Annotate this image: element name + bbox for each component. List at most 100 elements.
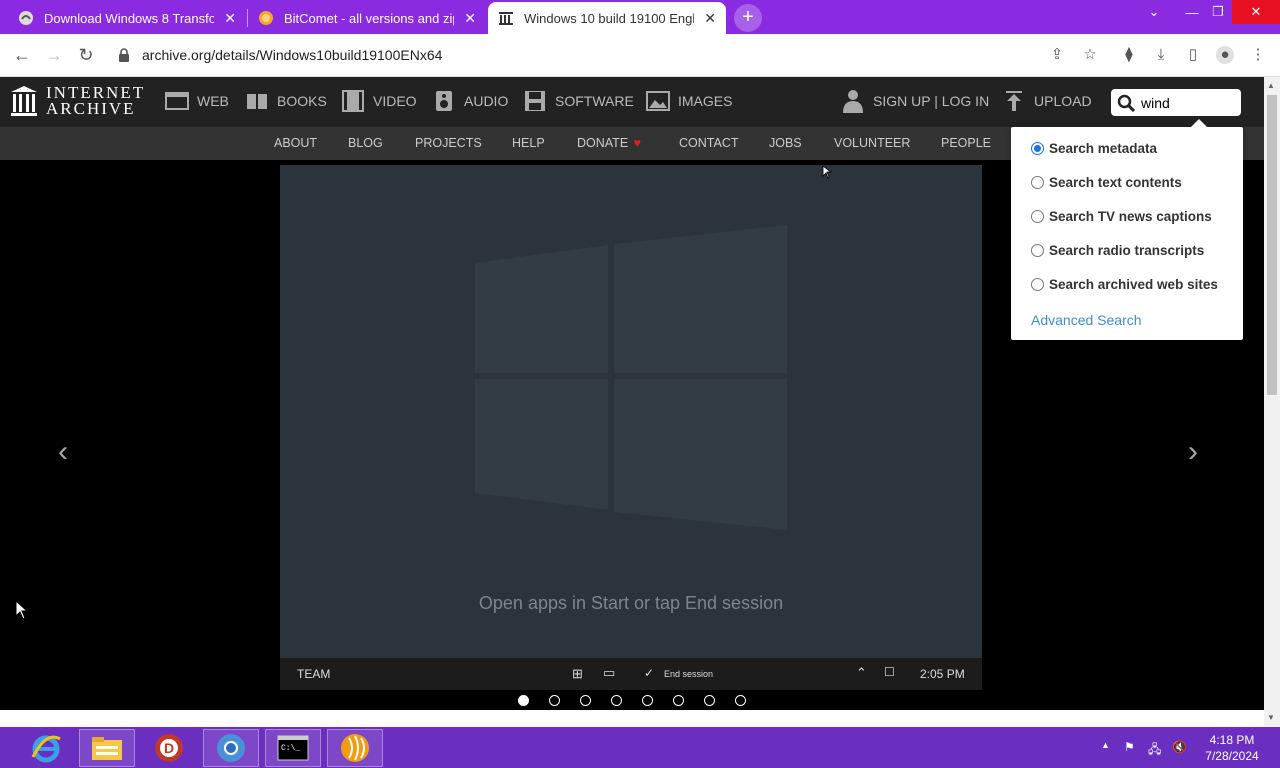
search-input[interactable] [1141, 94, 1231, 111]
nav-web[interactable]: WEB [165, 90, 229, 112]
radio-button[interactable] [1031, 210, 1044, 223]
lock-icon[interactable] [118, 48, 130, 62]
upload-link[interactable]: UPLOAD [1002, 90, 1092, 112]
tab-download-windows-8[interactable]: Download Windows 8 Transform ✕ [8, 2, 246, 34]
ia-logo[interactable]: INTERNET ARCHIVE [10, 83, 146, 118]
volume-muted-icon[interactable]: 🔇 [1172, 740, 1187, 754]
search-metadata-option[interactable]: Search metadata [1031, 141, 1157, 156]
tab-title: Download Windows 8 Transform [44, 10, 214, 26]
search-text-contents-option[interactable]: Search text contents [1031, 175, 1182, 190]
action-center-flag-icon[interactable]: ⚑ [1124, 740, 1135, 754]
slide-dot[interactable] [580, 695, 591, 706]
chrome-icon[interactable] [203, 729, 259, 767]
scroll-down-icon[interactable]: ▼ [1267, 713, 1275, 722]
slide-dots [518, 695, 766, 706]
scroll-thumb[interactable] [1267, 95, 1277, 395]
close-tab-icon[interactable]: ✕ [224, 10, 236, 26]
sign-up-login-link[interactable]: SIGN UP | LOG IN [841, 90, 989, 113]
subnav-blog[interactable]: BLOG [348, 136, 383, 150]
tab-search-chevron-icon[interactable]: ⌄ [1142, 0, 1166, 24]
slide-dot[interactable] [673, 695, 684, 706]
internet-explorer-icon[interactable] [18, 729, 74, 767]
slide-dot[interactable] [735, 695, 746, 706]
subnav-contact[interactable]: CONTACT [679, 136, 739, 150]
menu-kebab-icon[interactable]: ⋮ [1249, 46, 1267, 64]
search-options-dropdown: Search metadata Search text contents Sea… [1011, 119, 1243, 340]
tab-windows-10-build[interactable]: Windows 10 build 19100 Englis ✕ [488, 2, 726, 34]
subnav-volunteer[interactable]: VOLUNTEER [834, 136, 910, 150]
user-icon [841, 90, 865, 113]
subnav-jobs[interactable]: JOBS [769, 136, 802, 150]
search-icon[interactable] [1117, 94, 1135, 112]
download-icon[interactable]: ⤓ [1152, 46, 1170, 64]
mouse-cursor-icon [15, 600, 29, 620]
minimize-icon[interactable]: — [1180, 0, 1204, 24]
restore-icon[interactable]: ❐ [1206, 0, 1230, 24]
slide-dot[interactable] [642, 695, 653, 706]
side-panel-icon[interactable]: ▯ [1184, 46, 1202, 64]
slide-dot[interactable] [518, 695, 529, 706]
speaker-icon [432, 90, 456, 112]
command-prompt-icon[interactable]: C:\_ [265, 729, 321, 767]
search-tv-captions-option[interactable]: Search TV news captions [1031, 209, 1212, 224]
tab-title: Windows 10 build 19100 Englis [524, 10, 694, 26]
radio-button[interactable] [1031, 142, 1044, 155]
slide-dot[interactable] [611, 695, 622, 706]
screenshot-slide: Open apps in Start or tap End session [280, 165, 982, 658]
subnav-donate[interactable]: DONATE ♥ [577, 136, 641, 150]
forward-arrow-icon[interactable]: → [43, 44, 65, 66]
scroll-up-icon[interactable]: ▲ [1267, 81, 1275, 90]
prev-slide-chevron-icon[interactable]: ‹ [58, 435, 68, 469]
tray-chevron-up-icon: ⌃ [856, 665, 867, 680]
next-slide-chevron-icon[interactable]: › [1188, 435, 1198, 469]
check-circle-icon: ✓ [644, 666, 655, 680]
system-clock[interactable]: 4:18 PM 7/28/2024 [1196, 732, 1268, 764]
ia-logo-text: INTERNET ARCHIVE [46, 83, 146, 118]
share-icon[interactable]: ⇪ [1048, 46, 1066, 64]
subnav-help[interactable]: HELP [512, 136, 545, 150]
file-explorer-icon[interactable] [79, 729, 135, 767]
advanced-search-link[interactable]: Advanced Search [1031, 312, 1142, 328]
bitcomet-icon[interactable] [327, 729, 383, 767]
ia-top-nav: INTERNET ARCHIVE WEB BOOKS VIDEO AUDIO S… [0, 77, 1264, 127]
vertical-scrollbar[interactable]: ▲ ▼ [1264, 77, 1280, 727]
search-archived-web-sites-option[interactable]: Search archived web sites [1031, 277, 1218, 292]
nav-books[interactable]: BOOKS [245, 90, 327, 112]
search-box[interactable] [1111, 89, 1241, 116]
slide-clock: 2:05 PM [920, 667, 965, 681]
close-tab-icon[interactable]: ✕ [704, 10, 716, 26]
nav-images[interactable]: IMAGES [646, 90, 732, 112]
back-arrow-icon[interactable]: ← [11, 44, 33, 66]
bookmark-star-icon[interactable]: ☆ [1081, 46, 1099, 64]
extension-icon[interactable]: ⧫ [1120, 46, 1138, 64]
nav-software[interactable]: SOFTWARE [523, 90, 634, 112]
slide-taskbar: TEAM ⊞ ▭ ✓ End session ⌃ ☐ 2:05 PM [280, 658, 982, 690]
upload-arrow-icon [1002, 90, 1026, 112]
slide-dot[interactable] [704, 695, 715, 706]
task-view-icon: ▭ [603, 665, 616, 680]
slide-dot[interactable] [549, 695, 560, 706]
tray-chevron-up-icon[interactable]: ▲ [1101, 740, 1110, 750]
search-radio-transcripts-option[interactable]: Search radio transcripts [1031, 243, 1204, 258]
image-icon [646, 90, 670, 112]
archive-favicon-icon [18, 10, 34, 26]
radio-button[interactable] [1031, 176, 1044, 189]
profile-avatar-icon[interactable]: ● [1216, 46, 1234, 64]
subnav-about[interactable]: ABOUT [274, 136, 317, 150]
network-icon[interactable]: 🖧 [1148, 740, 1161, 761]
close-tab-icon[interactable]: ✕ [464, 10, 476, 26]
app-d-icon[interactable]: D [141, 729, 197, 767]
radio-button[interactable] [1031, 244, 1044, 257]
close-window-icon[interactable]: ✕ [1232, 0, 1280, 24]
subnav-people[interactable]: PEOPLE [941, 136, 991, 150]
tab-bitcomet[interactable]: BitComet - all versions and zip p ✕ [248, 2, 486, 34]
new-tab-button[interactable]: + [734, 4, 762, 32]
tab-title: BitComet - all versions and zip p [284, 10, 454, 26]
radio-button[interactable] [1031, 278, 1044, 291]
nav-video[interactable]: VIDEO [341, 90, 417, 112]
svg-text:C:\_: C:\_ [281, 744, 300, 753]
nav-audio[interactable]: AUDIO [432, 90, 508, 112]
subnav-projects[interactable]: PROJECTS [415, 136, 482, 150]
reload-icon[interactable]: ↻ [75, 44, 97, 66]
url-text[interactable]: archive.org/details/Windows10build19100E… [142, 47, 442, 63]
